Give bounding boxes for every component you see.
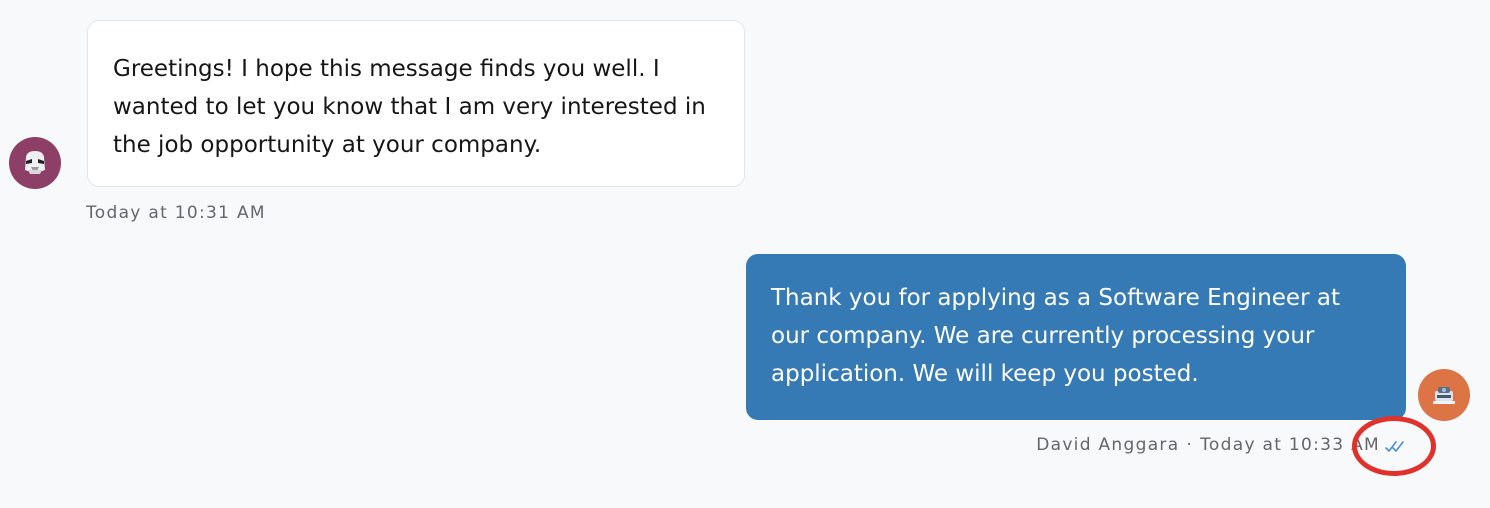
- meta-separator: ·: [1186, 435, 1194, 455]
- double-check-read-icon: [1385, 441, 1404, 452]
- outgoing-message-meta: David Anggara · Today at 10:33 AM: [1036, 435, 1380, 455]
- incoming-message-timestamp: Today at 10:31 AM: [86, 203, 266, 223]
- incoming-message-text: Greetings! I hope this message finds you…: [113, 56, 706, 158]
- stormtrooper-avatar-icon: [25, 151, 45, 174]
- sender-avatar[interactable]: [9, 137, 61, 189]
- outgoing-message-timestamp: Today at 10:33 AM: [1200, 435, 1380, 455]
- sender-name: David Anggara: [1036, 435, 1180, 455]
- outgoing-message-bubble: Thank you for applying as a Software Eng…: [746, 254, 1406, 420]
- outgoing-message-text: Thank you for applying as a Software Eng…: [771, 285, 1340, 387]
- own-avatar[interactable]: [1418, 369, 1470, 421]
- robot-avatar-icon: [1433, 387, 1455, 404]
- incoming-message-bubble: Greetings! I hope this message finds you…: [87, 20, 745, 187]
